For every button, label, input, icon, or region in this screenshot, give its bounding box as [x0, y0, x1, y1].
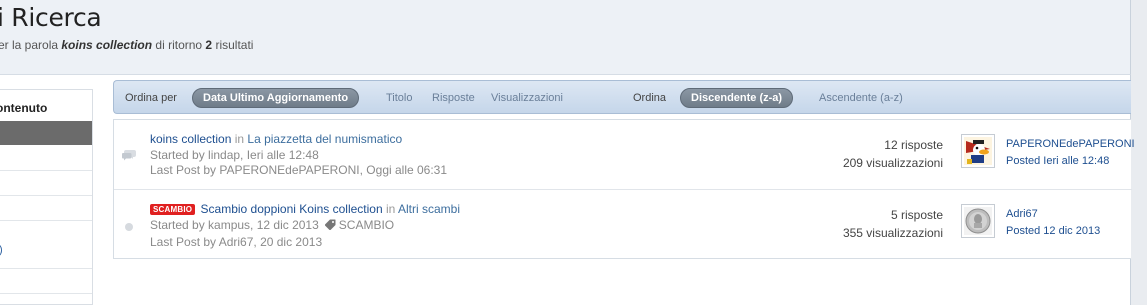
- started-by: Started by lindap, Ieri alle 12:48: [150, 148, 319, 162]
- order-by-label: Ordina per: [125, 92, 177, 104]
- sidebar-divider: [0, 268, 92, 269]
- posted-date: Posted 12 dic 2013: [1006, 225, 1101, 237]
- last-poster: Adri67 Posted 12 dic 2013: [1006, 206, 1100, 240]
- topic-tag[interactable]: SCAMBIO: [324, 218, 394, 232]
- main-content: ontenuto ) Ordina per Data Ultimo Aggior…: [0, 75, 1135, 305]
- search-query: koins collection: [61, 38, 153, 52]
- sort-title-link[interactable]: Titolo: [386, 92, 413, 104]
- order-label: Ordina: [633, 92, 667, 104]
- sort-views-link[interactable]: Visualizzazioni: [491, 92, 563, 104]
- search-summary: er la parola koins collection di ritorno…: [0, 38, 254, 52]
- forum-link[interactable]: La piazzetta del numismatico: [247, 132, 402, 146]
- posted-date: Posted Ieri alle 12:48: [1006, 155, 1110, 167]
- forum-link[interactable]: Altri scambi: [398, 202, 460, 216]
- speech-bubbles-icon: [122, 148, 136, 161]
- grey-dot-icon: [122, 220, 136, 232]
- tag-icon: [324, 219, 336, 230]
- sidebar-title: ontenuto: [0, 101, 48, 115]
- sidebar-divider: [0, 293, 92, 294]
- result-title-line: koins collection in La piazzetta del num…: [150, 132, 403, 146]
- sort-bar: Ordina per Data Ultimo Aggiornamento Tit…: [113, 80, 1131, 114]
- sort-last-update-button[interactable]: Data Ultimo Aggiornamento: [192, 88, 360, 108]
- reply-count: 5 risposte: [890, 208, 943, 222]
- sidebar-item-active[interactable]: [0, 121, 92, 145]
- result-title-link[interactable]: koins collection: [150, 132, 231, 146]
- order-descending-button[interactable]: Discendente (z-a): [680, 88, 794, 108]
- prefix-badge[interactable]: SCAMBIO: [150, 204, 196, 215]
- sidebar-divider: [0, 195, 92, 196]
- results-list: koins collection in La piazzetta del num…: [113, 119, 1135, 259]
- result-stats: 12 risposte 209 visualizzazioni: [813, 136, 943, 172]
- sidebar-item-partial[interactable]: ): [0, 244, 3, 256]
- last-post: Last Post by Adri67, 20 dic 2013: [150, 235, 323, 249]
- reply-count: 12 risposte: [884, 138, 943, 152]
- poster-name-link[interactable]: PAPERONEdePAPERONI: [1006, 136, 1135, 153]
- view-count: 355 visualizzazioni: [842, 226, 943, 240]
- sidebar-divider: [0, 170, 92, 171]
- result-title-line: SCAMBIO Scambio doppioni Koins collectio…: [150, 202, 460, 216]
- duck-avatar-icon[interactable]: [961, 134, 995, 168]
- page-title: i Ricerca: [0, 3, 102, 32]
- sidebar: ontenuto ): [0, 89, 93, 305]
- coin-avatar-icon[interactable]: [961, 204, 995, 238]
- result-row: SCAMBIO Scambio doppioni Koins collectio…: [114, 189, 1132, 258]
- view-count: 209 visualizzazioni: [842, 156, 943, 170]
- started-by: Started by kampus, 12 dic 2013 SCAMBIO: [150, 218, 395, 232]
- result-title-link[interactable]: Scambio doppioni Koins collection: [201, 202, 383, 216]
- poster-name-link[interactable]: Adri67: [1006, 206, 1100, 223]
- result-stats: 5 risposte 355 visualizzazioni: [813, 206, 943, 242]
- sidebar-divider: [0, 220, 92, 221]
- order-ascending-link[interactable]: Ascendente (a-z): [819, 92, 903, 104]
- last-poster: PAPERONEdePAPERONI Posted Ieri alle 12:4…: [1006, 136, 1135, 170]
- search-header: i Ricerca er la parola koins collection …: [0, 0, 1131, 75]
- result-row: koins collection in La piazzetta del num…: [114, 120, 1135, 189]
- sort-replies-link[interactable]: Risposte: [432, 92, 475, 104]
- last-post: Last Post by PAPERONEdePAPERONI, Oggi al…: [150, 163, 448, 177]
